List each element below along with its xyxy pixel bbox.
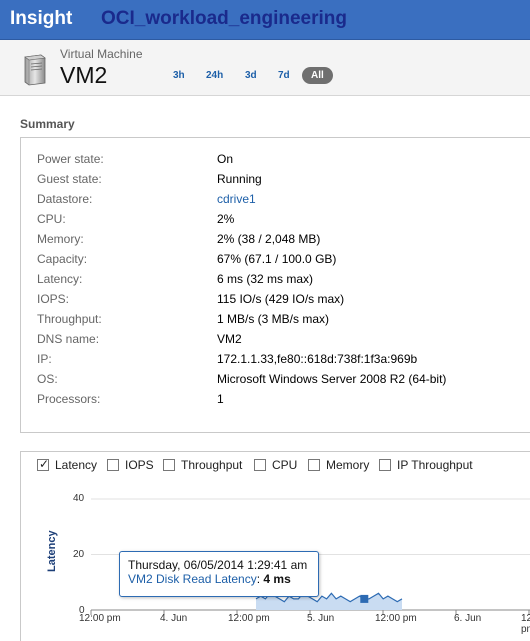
summary-row-memory: Memory: 2% (38 / 2,048 MB) <box>37 232 530 250</box>
range-3d-button[interactable]: 3d <box>245 70 257 81</box>
tooltip-series-name: VM2 Disk Read Latency <box>128 572 257 586</box>
x-tick-label: 6. Jun <box>454 613 482 624</box>
summary-label: Capacity: <box>37 252 88 266</box>
summary-row-os: OS: Microsoft Windows Server 2008 R2 (64… <box>37 372 530 390</box>
summary-row-power-state: Power state: On <box>37 152 530 170</box>
summary-row-dns-name: DNS name: VM2 <box>37 332 530 350</box>
summary-row-iops: IOPS: 115 IO/s (429 IO/s max) <box>37 292 530 310</box>
summary-value: VM2 <box>217 332 242 346</box>
server-icon <box>24 54 46 86</box>
x-tick-label: 12:00 pm <box>521 613 530 635</box>
range-7d-button[interactable]: 7d <box>278 70 290 81</box>
summary-value: On <box>217 152 234 166</box>
summary-label: Memory: <box>37 232 84 246</box>
summary-label: Datastore: <box>37 192 93 206</box>
summary-label: DNS name: <box>37 332 100 346</box>
hover-marker <box>360 594 369 603</box>
summary-value: 115 IO/s (429 IO/s max) <box>217 292 345 306</box>
summary-row-cpu: CPU: 2% <box>37 212 530 230</box>
app-title[interactable]: Insight <box>10 8 72 30</box>
summary-value: Running <box>217 172 262 186</box>
summary-title: Summary <box>20 117 75 131</box>
summary-value: 6 ms (32 ms max) <box>217 272 314 286</box>
range-3h-button[interactable]: 3h <box>173 70 185 81</box>
summary-value: Microsoft Windows Server 2008 R2 (64-bit… <box>217 372 447 386</box>
summary-value: 172.1.1.33,fe80::618d:738f:1f3a:969b <box>217 352 418 366</box>
summary-label: IOPS: <box>37 292 70 306</box>
summary-label: IP: <box>37 352 52 366</box>
summary-row-ip: IP: 172.1.1.33,fe80::618d:738f:1f3a:969b <box>37 352 530 370</box>
range-all-button[interactable]: All <box>302 67 333 84</box>
chart-tooltip: Thursday, 06/05/2014 1:29:41 am VM2 Disk… <box>119 551 319 597</box>
tooltip-timestamp: Thursday, 06/05/2014 1:29:41 am <box>128 558 308 572</box>
summary-row-throughput: Throughput: 1 MB/s (3 MB/s max) <box>37 312 530 330</box>
summary-row-latency: Latency: 6 ms (32 ms max) <box>37 272 530 290</box>
summary-label: Processors: <box>37 392 101 406</box>
vm-header: Virtual Machine VM2 3h 24h 3d 7d All <box>0 40 530 96</box>
summary-label: Guest state: <box>37 172 102 186</box>
summary-label: Latency: <box>37 272 83 286</box>
summary-value: 67% (67.1 / 100.0 GB) <box>217 252 337 266</box>
tooltip-value: 4 ms <box>263 572 291 586</box>
range-24h-button[interactable]: 24h <box>206 70 223 81</box>
summary-label: Throughput: <box>37 312 102 326</box>
summary-panel: Power state: On Guest state: Running Dat… <box>20 137 530 433</box>
summary-row-datastore: Datastore: cdrive1 <box>37 192 530 210</box>
vm-type-label: Virtual Machine <box>60 47 143 61</box>
summary-row-guest-state: Guest state: Running <box>37 172 530 190</box>
project-name[interactable]: OCI_workload_engineering <box>101 8 347 30</box>
summary-label: OS: <box>37 372 58 386</box>
vm-name: VM2 <box>60 62 108 88</box>
performance-chart-panel: Latency IOPS Throughput CPU Memory IP Th… <box>20 451 530 641</box>
summary-value: 1 <box>217 392 224 406</box>
top-bar: Insight OCI_workload_engineering <box>0 0 530 40</box>
summary-label: CPU: <box>37 212 66 226</box>
summary-label: Power state: <box>37 152 104 166</box>
summary-row-capacity: Capacity: 67% (67.1 / 100.0 GB) <box>37 252 530 270</box>
x-tick-label: 12:00 pm <box>228 613 270 624</box>
x-tick-label: 12:00 pm <box>375 613 417 624</box>
summary-value: 2% <box>217 212 235 226</box>
summary-row-processors: Processors: 1 <box>37 392 530 410</box>
summary-value: 2% (38 / 2,048 MB) <box>217 232 321 246</box>
x-tick-label: 5. Jun <box>307 613 335 624</box>
x-tick-label: 12:00 pm <box>79 613 121 624</box>
x-tick-label: 4. Jun <box>160 613 188 624</box>
datastore-link[interactable]: cdrive1 <box>217 192 256 206</box>
summary-value: 1 MB/s (3 MB/s max) <box>217 312 330 326</box>
